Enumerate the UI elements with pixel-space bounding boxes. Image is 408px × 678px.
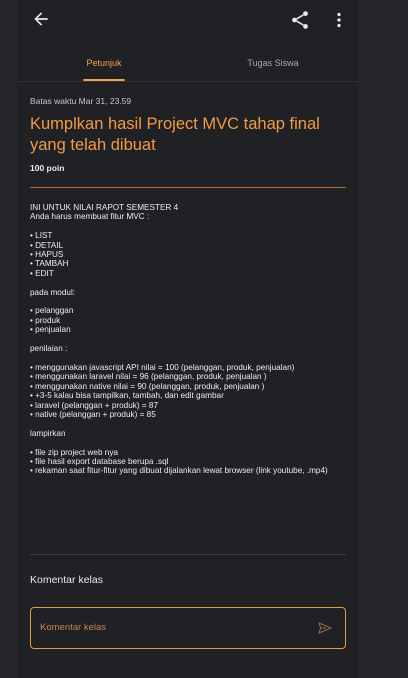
deadline-text: Batas waktu Mar 31, 23.59 [30,96,132,106]
assignment-panel: Petunjuk Tugas Siswa Batas waktu Mar 31,… [17,0,358,678]
tab-tugas-siswa[interactable]: Tugas Siswa [213,58,333,68]
app-bar [17,0,358,40]
class-comment-field[interactable]: Komentar kelas [30,607,346,649]
points-text: 100 poin [30,163,65,173]
assignment-content: Batas waktu Mar 31, 23.59 Kumplkan hasil… [30,96,346,476]
background-right-edge [358,0,408,678]
assignment-instructions: INI UNTUK NILAI RAPOT SEMESTER 4 Anda ha… [30,203,328,476]
tabs-divider [17,81,358,82]
comments-divider [30,554,346,555]
background-left-edge [0,0,17,678]
comment-input-placeholder[interactable]: Komentar kelas [40,622,106,633]
tab-bar: Petunjuk Tugas Siswa [17,40,358,82]
arrow-back-icon[interactable] [31,9,51,29]
send-icon[interactable] [317,620,333,636]
more-vert-icon[interactable] [333,9,345,31]
share-icon[interactable] [289,9,311,31]
title-divider [30,187,346,188]
class-comments-title: Komentar kelas [30,574,103,586]
assignment-title: Kumplkan hasil Project MVC tahap final y… [30,115,320,154]
tab-petunjuk[interactable]: Petunjuk [44,58,164,68]
